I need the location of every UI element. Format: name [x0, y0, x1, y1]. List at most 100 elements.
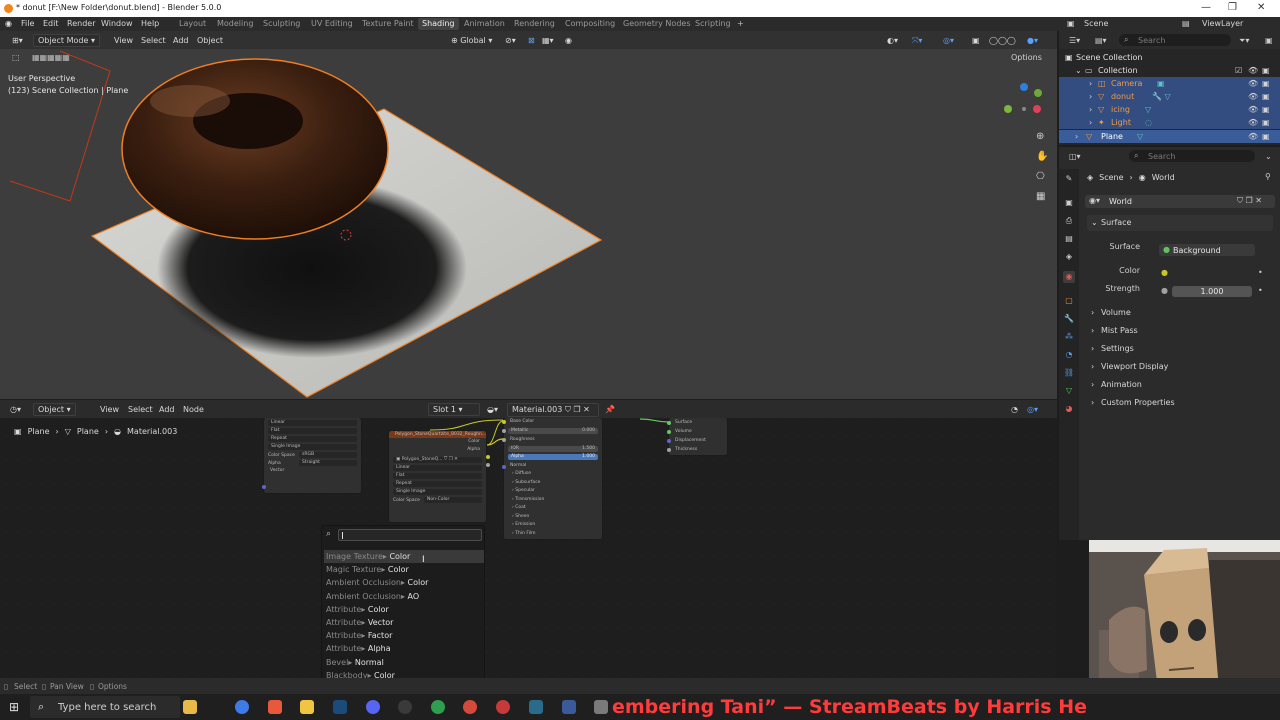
properties-search-input[interactable]: ⌕ Search — [1129, 150, 1255, 162]
panel-specular[interactable]: › Specular — [504, 487, 602, 496]
menu-file[interactable]: File — [21, 19, 34, 28]
panel-mist-pass[interactable]: › Mist Pass — [1087, 323, 1273, 339]
panel-transmission[interactable]: › Transmission — [504, 496, 602, 505]
surface-shader-field[interactable]: ● Background — [1159, 244, 1255, 256]
workspace-tab-sculpting[interactable]: Sculpting — [263, 19, 300, 28]
alpha-mode-field[interactable]: Straight — [299, 460, 357, 466]
panel-diffuse[interactable]: › Diffuse — [504, 470, 602, 479]
render-camera-icon[interactable]: ▣ — [1262, 64, 1270, 77]
physics-tab-icon[interactable]: ◔ — [1063, 349, 1075, 361]
donut-mesh[interactable] — [121, 58, 389, 240]
app-icon-window[interactable] — [562, 700, 576, 714]
normal-socket[interactable] — [502, 465, 506, 469]
properties-editor-icon[interactable]: ◫▾ — [1069, 152, 1081, 161]
viewport-menu-select[interactable]: Select — [141, 36, 166, 45]
app-icon-red[interactable] — [463, 700, 477, 714]
vector-input-socket[interactable] — [262, 485, 266, 489]
workspace-tab-rendering[interactable]: Rendering — [514, 19, 555, 28]
outliner-collection[interactable]: ⌄ ▭ Collection ☑ 👁 ▣ — [1059, 64, 1280, 77]
xbox-icon[interactable] — [431, 700, 445, 714]
shading-solid-icon[interactable]: ◯◯◯ — [989, 36, 1016, 45]
tool-select-box-icon[interactable]: ⬚ — [12, 53, 20, 62]
panel-emission[interactable]: › Emission — [504, 521, 602, 530]
material-browse-icon[interactable]: ◒▾ — [487, 405, 498, 414]
projection-field[interactable]: Flat — [268, 428, 357, 434]
brave-browser-icon[interactable] — [268, 700, 282, 714]
gizmo-x-icon[interactable] — [1033, 105, 1041, 113]
base-color-socket[interactable] — [502, 420, 506, 424]
material-output-node[interactable]: Surface Volume Displacement Thickness — [667, 418, 728, 456]
obs-icon[interactable] — [398, 700, 412, 714]
collapse-icon[interactable]: ⌄ — [1091, 215, 1098, 231]
minimize-icon[interactable]: — — [1201, 2, 1211, 13]
windows-start-icon[interactable]: ⊞ — [9, 700, 19, 714]
surface-panel-header[interactable]: ⌄ Surface — [1087, 215, 1273, 231]
object-tab-icon[interactable]: ▢ — [1063, 295, 1075, 307]
material-tab-icon[interactable]: ◕ — [1063, 403, 1075, 415]
workspace-tab-texture-paint[interactable]: Texture Paint — [362, 19, 414, 28]
expand-icon[interactable]: › — [1091, 395, 1094, 411]
app-icon-grey[interactable] — [594, 700, 608, 714]
display-mode-icon[interactable]: ▤▾ — [1095, 36, 1107, 45]
properties-options-icon[interactable]: ⌄ — [1265, 152, 1272, 161]
volume-input-socket[interactable] — [667, 430, 671, 434]
workspace-tab-shading[interactable]: Shading — [418, 18, 459, 30]
roughness-socket[interactable] — [502, 438, 506, 442]
panel-subsurface[interactable]: › Subsurface — [504, 479, 602, 488]
menu-render[interactable]: Render — [67, 19, 95, 28]
node-editor-canvas[interactable]: ▣ Plane › ▽ Plane › ◒ Material.003 Linea… — [0, 418, 1057, 678]
expand-icon[interactable]: › — [1091, 377, 1094, 393]
outliner-item-light[interactable]: › ✦ Light ◌ 👁 ▣ — [1059, 116, 1280, 129]
search-result-attribute-alpha[interactable]: Attribute▸ Alpha — [324, 642, 484, 655]
workspace-tab-animation[interactable]: Animation — [464, 19, 505, 28]
keyframe-dot-icon[interactable]: • — [1258, 268, 1263, 277]
visibility-eye-icon[interactable]: 👁 — [1248, 90, 1258, 103]
keyframe-dot-icon[interactable]: • — [1258, 286, 1263, 295]
add-workspace-icon[interactable]: + — [737, 19, 744, 28]
extension-field[interactable]: Repeat — [268, 436, 357, 442]
render-camera-icon[interactable]: ▣ — [1262, 77, 1270, 90]
render-camera-icon[interactable]: ▣ — [1262, 103, 1270, 116]
snap-target-icon[interactable]: ▦▾ — [542, 36, 554, 45]
render-tab-icon[interactable]: ▣ — [1063, 197, 1075, 209]
visibility-eye-icon[interactable]: 👁 — [1248, 116, 1258, 129]
color-space-field-2[interactable]: Non-Color — [424, 497, 482, 503]
world-datablock-field[interactable]: ◉▾ World ⛉ ❐ ✕ — [1085, 195, 1275, 208]
expand-icon[interactable]: › — [1089, 77, 1092, 90]
menu-window[interactable]: Window — [101, 19, 133, 28]
node-menu-add[interactable]: Add — [159, 405, 175, 414]
panel-volume[interactable]: › Volume — [1087, 305, 1273, 321]
search-result-bevel-normal[interactable]: Bevel▸ Normal — [324, 656, 484, 669]
visibility-eye-icon[interactable]: 👁 — [1248, 77, 1258, 90]
new-collection-icon[interactable]: ▣ — [1265, 36, 1273, 45]
overlay-toggle-icon[interactable]: ◎▾ — [943, 36, 954, 45]
modifiers-tab-icon[interactable]: 🔧 — [1063, 313, 1075, 325]
workspace-tab-layout[interactable]: Layout — [179, 19, 206, 28]
app-icon-red-2[interactable] — [496, 700, 510, 714]
search-result-ao-ao[interactable]: Ambient Occlusion▸ AO — [324, 590, 484, 603]
extension-field-2[interactable]: Repeat — [393, 481, 482, 487]
panel-coat[interactable]: › Coat — [504, 504, 602, 513]
viewlayer-icon[interactable]: ▤ — [1182, 19, 1190, 28]
expand-icon[interactable]: › — [1091, 305, 1094, 321]
close-icon[interactable]: ✕ — [1257, 2, 1265, 13]
interpolation-field-2[interactable]: Linear — [393, 465, 482, 471]
scene-tab-icon[interactable]: ◈ — [1063, 251, 1075, 263]
image-texture-node-1[interactable]: Linear Flat Repeat Single Image Color Sp… — [262, 418, 362, 494]
metallic-field[interactable]: Metallic 0.000 — [508, 428, 598, 434]
viewport-options-button[interactable]: Options — [1011, 53, 1042, 62]
interpolation-field[interactable]: Linear — [268, 420, 357, 426]
workspace-tab-uv-editing[interactable]: UV Editing — [311, 19, 353, 28]
pan-hand-icon[interactable]: ✋ — [1036, 151, 1048, 162]
transform-orientation-dropdown[interactable]: ⊕ Global ▾ — [451, 36, 492, 45]
object-mode-dropdown[interactable]: Object Mode ▾ — [33, 34, 100, 47]
search-result-image-texture-color[interactable]: Image Texture▸ Color — [324, 550, 484, 564]
source-field-2[interactable]: Single Image — [393, 489, 482, 495]
color-socket-icon[interactable]: ● — [1161, 268, 1168, 277]
node-menu-view[interactable]: View — [100, 405, 119, 414]
viewport-menu-add[interactable]: Add — [173, 36, 189, 45]
zoom-icon[interactable]: ⊕ — [1036, 131, 1044, 142]
node-search-input[interactable] — [338, 529, 482, 541]
node-editor-type-icon[interactable]: ◷▾ — [10, 405, 21, 414]
gizmo-z-icon[interactable] — [1020, 83, 1028, 91]
